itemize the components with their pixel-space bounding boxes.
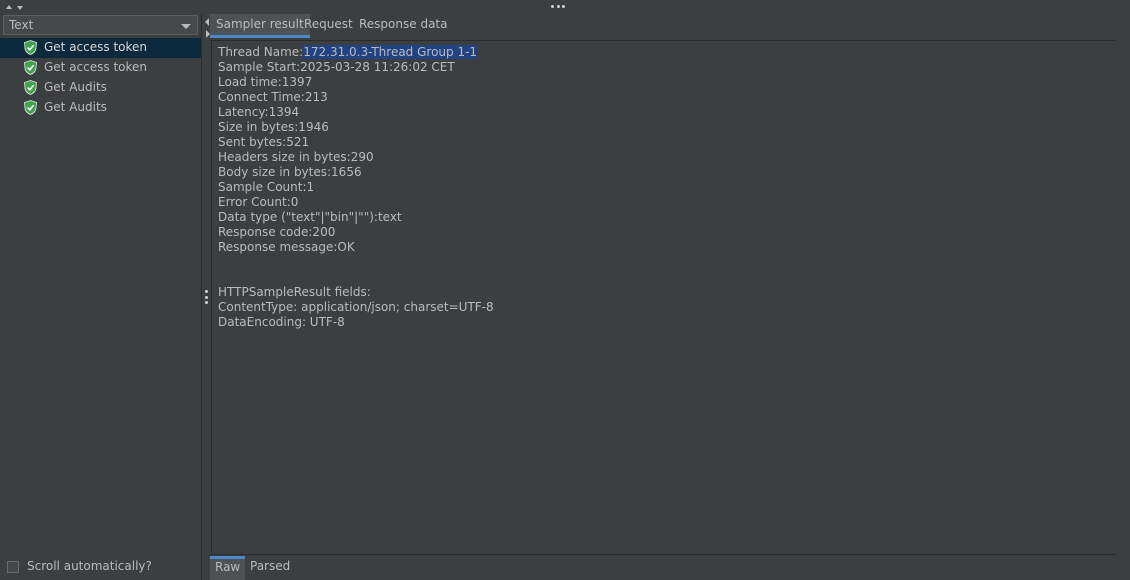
scroll-automatically-option[interactable]: Scroll automatically? [7, 559, 197, 575]
horizontal-splitter-grip-icon[interactable] [551, 5, 565, 9]
vertical-splitter-grip-icon[interactable] [205, 290, 208, 304]
success-shield-icon [24, 80, 37, 95]
success-shield-icon [24, 100, 37, 115]
thread-name-value: 172.31.0.3-Thread Group 1-1 [303, 45, 478, 59]
load-time-line: Load time:1397 [218, 75, 313, 89]
tab-request[interactable]: Request [298, 14, 359, 38]
sampler-result-text[interactable]: Thread Name:172.31.0.3-Thread Group 1-1 … [211, 41, 1118, 553]
result-details-panel: Sampler result Request Response data Thr… [210, 14, 1130, 580]
thread-name-label: Thread Name: [218, 45, 304, 59]
body-size-line: Body size in bytes:1656 [218, 165, 362, 179]
error-count-line: Error Count:0 [218, 195, 299, 209]
data-type-line: Data type ("text"|"bin"|""):text [218, 210, 402, 224]
success-shield-icon [24, 60, 37, 75]
tab-raw[interactable]: Raw [210, 556, 246, 580]
tree-item-label: Get Audits [44, 80, 107, 94]
tree-item[interactable]: Get access token [0, 38, 201, 58]
http-fields-heading: HTTPSampleResult fields: [218, 285, 371, 299]
tab-sampler-result[interactable]: Sampler result [210, 14, 310, 38]
sent-bytes-line: Sent bytes:521 [218, 135, 310, 149]
top-strip [0, 0, 1130, 15]
latency-line: Latency:1394 [218, 105, 300, 119]
tree-item[interactable]: Get Audits [0, 78, 201, 98]
result-tabs: Sampler result Request Response data [210, 14, 1116, 41]
tab-parsed[interactable]: Parsed [245, 556, 295, 580]
chevron-down-icon[interactable] [181, 24, 191, 29]
collapse-up-arrow-icon[interactable] [6, 5, 12, 9]
scroll-automatically-label: Scroll automatically? [27, 559, 152, 573]
sample-count-line: Sample Count:1 [218, 180, 315, 194]
success-shield-icon [24, 40, 37, 55]
data-encoding-line: DataEncoding: UTF-8 [218, 315, 345, 329]
view-mode-tabs: Raw Parsed [210, 554, 1116, 580]
connect-time-line: Connect Time:213 [218, 90, 328, 104]
tree-item[interactable]: Get access token [0, 58, 201, 78]
results-tree-panel: Text Get access token Get access token G… [0, 14, 201, 580]
view-results-tree-window: Text Get access token Get access token G… [0, 0, 1130, 580]
collapse-left-arrow-icon[interactable] [205, 18, 209, 26]
tree-item-label: Get access token [44, 40, 148, 54]
tree-item-label: Get access token [44, 60, 148, 74]
size-in-bytes-line: Size in bytes:1946 [218, 120, 329, 134]
thread-name-line: Thread Name:172.31.0.3-Thread Group 1-1 [218, 45, 478, 60]
headers-size-line: Headers size in bytes:290 [218, 150, 374, 164]
expand-down-arrow-icon[interactable] [17, 6, 23, 10]
content-type-line: ContentType: application/json; charset=U… [218, 300, 494, 314]
sample-start-line: Sample Start:2025-03-28 11:26:02 CET [218, 60, 455, 74]
response-code-line: Response code:200 [218, 225, 336, 239]
tree-item[interactable]: Get Audits [0, 98, 201, 118]
response-message-line: Response message:OK [218, 240, 355, 254]
scroll-automatically-checkbox[interactable] [7, 561, 19, 573]
renderer-select[interactable]: Text [3, 15, 198, 35]
renderer-select-value: Text [9, 18, 34, 32]
tree-item-label: Get Audits [44, 100, 107, 114]
tab-response-data[interactable]: Response data [353, 14, 453, 38]
